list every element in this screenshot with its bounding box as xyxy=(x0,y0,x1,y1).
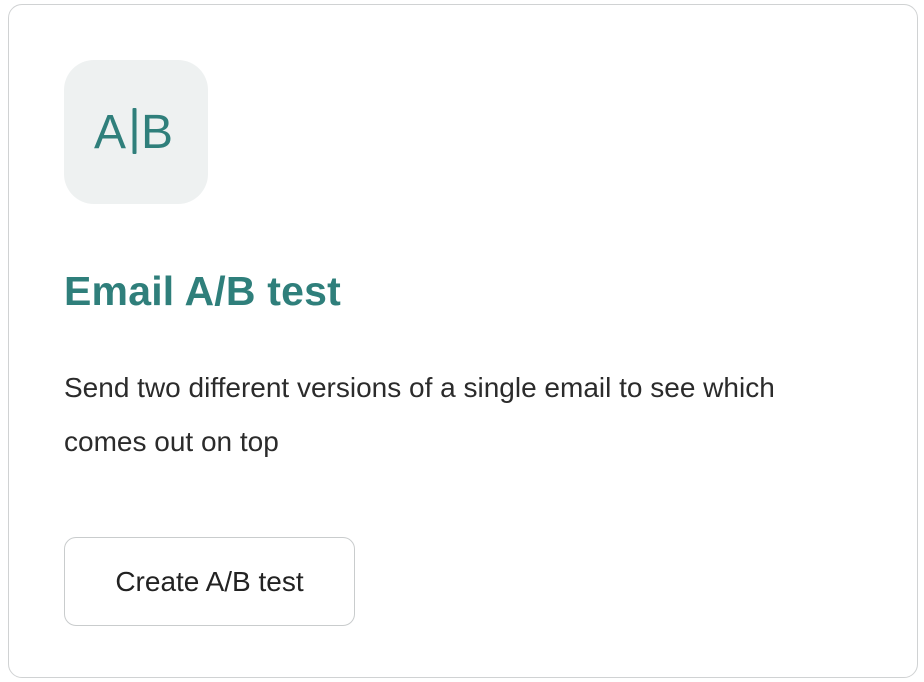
ab-test-icon-tile: A B xyxy=(64,60,208,204)
create-ab-test-button[interactable]: Create A/B test xyxy=(64,537,355,626)
ab-test-icon: A B xyxy=(94,106,173,159)
card-title: Email A/B test xyxy=(64,268,341,314)
ab-icon-letter-a: A xyxy=(94,106,126,159)
ab-test-card: A B Email A/B test Send two different ve… xyxy=(8,4,918,678)
ab-icon-divider xyxy=(132,108,137,154)
card-description: Send two different versions of a single … xyxy=(64,372,775,457)
ab-icon-letter-b: B xyxy=(141,106,173,159)
